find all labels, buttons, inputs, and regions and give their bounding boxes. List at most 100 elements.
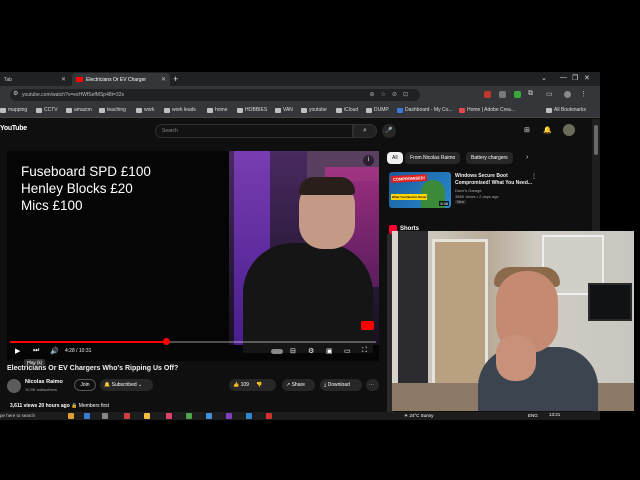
search-button[interactable]: ⌕ [353, 124, 377, 138]
subscribed-button[interactable]: 🔔 Subscribed ⌄ [100, 379, 153, 391]
bookmark-label: All Bookmarks [554, 107, 586, 113]
search-input[interactable]: Search [155, 124, 353, 138]
bookmark-label: iCloud [344, 107, 359, 113]
sidebar-icon[interactable]: ▭ [546, 90, 553, 98]
taskbar-app-icon[interactable] [246, 413, 252, 419]
captions-icon[interactable]: ⊟ [290, 347, 296, 355]
create-video-icon[interactable]: ⊞ [524, 126, 530, 134]
close-icon[interactable]: ✕ [61, 76, 66, 83]
taskbar-app-icon[interactable] [124, 413, 130, 419]
video-presenter-hair [299, 177, 355, 195]
profile-avatar-icon[interactable] [564, 91, 571, 98]
members-lock-icon: 🔒 [71, 403, 78, 409]
address-bar[interactable]: ⚙ youtube.com/watch?v=esHWfSefMSp48t=32s… [10, 89, 420, 101]
miniplayer-icon[interactable]: ▣ [326, 347, 333, 355]
browser-tab[interactable]: Tab ✕ [0, 73, 70, 86]
progress-bar[interactable] [10, 338, 376, 345]
omnibox-actions-icon[interactable]: ⊕☆⊘⊡ [370, 91, 414, 98]
bookmark-item[interactable]: work leads [164, 107, 196, 113]
bookmark-item[interactable]: amazon [66, 107, 92, 113]
theater-mode-icon[interactable]: ▭ [344, 347, 351, 355]
scrollbar-thumb[interactable] [594, 125, 598, 155]
taskbar-app-icon[interactable] [102, 413, 108, 419]
bookmark-item[interactable]: youtube [301, 107, 327, 113]
new-tab-icon[interactable]: + [173, 74, 178, 84]
like-count: 109 [240, 382, 249, 388]
info-icon[interactable]: i [363, 155, 374, 166]
taskbar-clock[interactable]: 13:21 [549, 412, 560, 417]
tab-search-icon[interactable]: ⌄ [541, 74, 547, 82]
chip-all[interactable]: All [387, 152, 403, 164]
share-button[interactable]: ↗ Share [282, 379, 315, 391]
bookmark-label: teaching [107, 107, 126, 113]
extensions-puzzle-icon[interactable]: ⧉ [528, 90, 533, 98]
recommended-video-title[interactable]: Windows Secure Boot Compromised! What Yo… [455, 173, 533, 186]
all-bookmarks[interactable]: All Bookmarks [546, 107, 586, 113]
share-label: Share [291, 382, 305, 388]
bookmark-item[interactable]: mapping [0, 107, 27, 113]
more-vert-icon[interactable]: ⋮ [531, 173, 537, 180]
taskbar-app-icon[interactable] [206, 413, 212, 419]
next-icon[interactable]: ⏭ [33, 347, 39, 355]
join-button[interactable]: Join [74, 379, 96, 391]
youtube-watermark-icon[interactable] [361, 321, 374, 330]
fullscreen-icon[interactable]: ⛶ [362, 347, 367, 355]
close-icon[interactable]: ✕ [161, 76, 166, 83]
window-close-icon[interactable]: ✕ [584, 74, 590, 82]
taskbar-app-icon[interactable] [186, 413, 192, 419]
minimize-icon[interactable]: — [560, 74, 567, 81]
notifications-bell-icon[interactable]: 🔔 [543, 126, 552, 134]
taskbar-app-icon[interactable] [68, 413, 74, 419]
bookmark-item[interactable]: VAN [275, 107, 293, 113]
settings-gear-icon[interactable]: ⚙ [308, 347, 314, 355]
microphone-icon[interactable]: 🎤 [382, 124, 396, 138]
play-icon[interactable]: ▶ [15, 347, 20, 355]
channel-avatar[interactable] [7, 379, 21, 393]
video-presenter-body [243, 243, 373, 353]
taskbar-language[interactable]: ENG [528, 413, 538, 418]
bookmark-item[interactable]: work [136, 107, 155, 113]
like-dislike-button[interactable]: 👍 109 👎 [229, 379, 276, 391]
download-button[interactable]: ⤓ Download [320, 379, 362, 391]
bookmark-item[interactable]: home [207, 107, 228, 113]
bookmark-item[interactable]: CCTV [36, 107, 58, 113]
more-actions-icon[interactable]: ⋯ [366, 379, 379, 391]
extension-icon[interactable] [499, 91, 506, 98]
autoplay-toggle[interactable] [271, 349, 283, 354]
bookmark-label: VAN [283, 107, 293, 113]
recommended-channel[interactable]: Dave's Garage [455, 188, 482, 193]
taskbar-search[interactable]: pe here to search [0, 413, 35, 418]
taskbar-app-icon[interactable] [226, 413, 232, 419]
video-player[interactable]: Fuseboard SPD £100 Henley Blocks £20 Mic… [7, 151, 379, 361]
account-avatar[interactable] [563, 124, 575, 136]
bookmark-item[interactable]: HOBBIES [237, 107, 267, 113]
youtube-logo[interactable]: YouTube [0, 125, 27, 132]
extension-icon[interactable] [514, 91, 521, 98]
scrubber-handle[interactable] [162, 338, 170, 345]
share-icon: ↗ [286, 382, 291, 388]
bookmark-item[interactable]: Home | Adobe Crea... [459, 107, 515, 113]
taskbar-app-icon[interactable] [266, 413, 272, 419]
menu-kebab-icon[interactable]: ⋮ [580, 90, 587, 98]
restore-icon[interactable]: ❐ [572, 74, 578, 82]
channel-name[interactable]: Nicolas Raimo [25, 379, 63, 385]
recommended-video-thumbnail[interactable]: COMPROMISED! What You Need to Know 9:38 [389, 172, 451, 208]
taskbar-app-icon[interactable] [84, 413, 90, 419]
extension-icon[interactable] [484, 91, 491, 98]
bookmark-item[interactable]: DUMP [366, 107, 389, 113]
taskbar-app-icon[interactable] [166, 413, 172, 419]
bell-icon: 🔔 [104, 382, 111, 388]
chevron-right-icon[interactable]: › [526, 154, 528, 161]
taskbar-weather[interactable]: ☀ 24°C Sunny [404, 413, 433, 419]
chip-battery-chargers[interactable]: Battery chargers [466, 152, 513, 164]
browser-tab-active[interactable]: Electricians Or EV Charger ✕ [72, 73, 170, 86]
bookmark-item[interactable]: iCloud [336, 107, 358, 113]
chip-from-channel[interactable]: From Nicolas Raimo [405, 152, 461, 164]
bookmark-item[interactable]: Dashboard - My Co... [397, 107, 453, 113]
bookmark-item[interactable]: teaching [99, 107, 126, 113]
site-info-icon[interactable]: ⚙ [13, 90, 18, 97]
folder-icon [36, 107, 42, 113]
taskbar-app-icon[interactable] [144, 413, 150, 419]
video-stats: 3,611 views 20 hours ago 🔒 Members first [10, 403, 109, 409]
volume-icon[interactable]: 🔊 [50, 347, 59, 355]
